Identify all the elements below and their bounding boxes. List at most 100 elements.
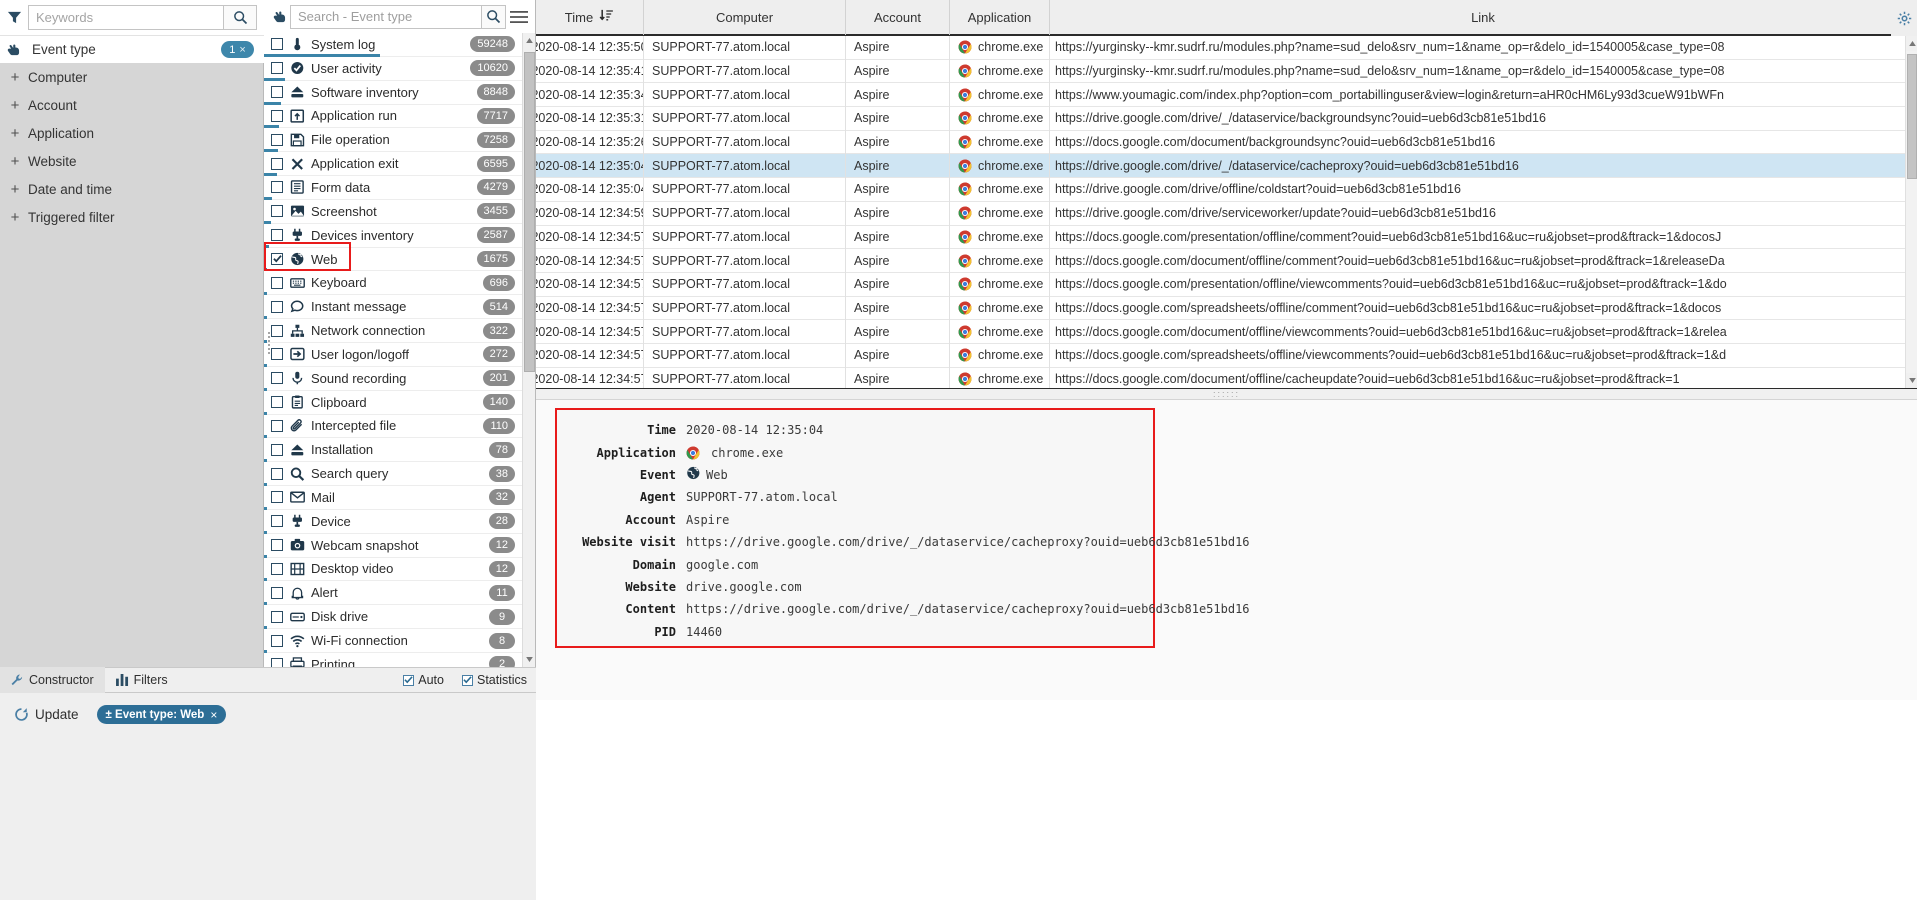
- event-type-checkbox[interactable]: [271, 229, 283, 242]
- expand-plus-icon[interactable]: +: [6, 209, 24, 226]
- event-type-checkbox[interactable]: [271, 205, 283, 218]
- event-type-checkbox[interactable]: [271, 419, 283, 432]
- event-type-checkbox[interactable]: [271, 181, 283, 194]
- table-row[interactable]: 2020-08-14 12:34:57 SUPPORT-77.atom.local…: [536, 319, 1917, 344]
- keywords-input[interactable]: [28, 5, 223, 30]
- table-row[interactable]: 2020-08-14 12:35:31 SUPPORT-77.atom.local…: [536, 106, 1917, 131]
- update-button[interactable]: Update: [8, 704, 85, 725]
- expand-plus-icon[interactable]: +: [6, 97, 24, 114]
- event-type-scroll-thumb[interactable]: [524, 52, 535, 372]
- cell-link[interactable]: https://docs.google.com/document/backgro…: [1050, 130, 1917, 154]
- event-type-checkbox[interactable]: [271, 443, 283, 456]
- event-type-checkbox[interactable]: [271, 62, 283, 75]
- table-row[interactable]: 2020-08-14 12:35:04 SUPPORT-77.atom.local…: [536, 153, 1917, 179]
- cell-link[interactable]: https://docs.google.com/document/offline…: [1050, 249, 1917, 273]
- event-type-checkbox[interactable]: [271, 467, 283, 480]
- table-row[interactable]: 2020-08-14 12:34:57 SUPPORT-77.atom.local…: [536, 296, 1917, 321]
- table-scroll-down-arrow[interactable]: [1906, 373, 1917, 388]
- event-type-row[interactable]: Instant message 514: [264, 295, 522, 320]
- expand-plus-icon[interactable]: +: [6, 153, 24, 170]
- cell-link[interactable]: https://drive.google.com/drive/servicewo…: [1050, 201, 1917, 225]
- auto-refresh-toggle[interactable]: Auto: [394, 673, 453, 687]
- active-filter-chip[interactable]: ± Event type: Web ×: [96, 705, 227, 724]
- cell-link[interactable]: https://drive.google.com/drive/_/dataser…: [1050, 107, 1917, 131]
- event-type-checkbox[interactable]: [271, 562, 283, 575]
- event-type-row[interactable]: Device 28: [264, 510, 522, 534]
- event-type-row[interactable]: Application run 7717: [264, 105, 522, 129]
- cell-link[interactable]: https://docs.google.com/document/offline…: [1050, 320, 1917, 344]
- cell-link[interactable]: https://docs.google.com/document/offline…: [1050, 367, 1917, 388]
- event-type-checkbox[interactable]: [271, 253, 283, 266]
- table-row[interactable]: 2020-08-14 12:35:34 SUPPORT-77.atom.local…: [536, 82, 1917, 108]
- cell-link[interactable]: https://drive.google.com/drive/offline/c…: [1050, 178, 1917, 202]
- horizontal-splitter[interactable]: ::::::: [536, 388, 1917, 400]
- event-type-row[interactable]: File operation 7258: [264, 128, 522, 153]
- event-type-row[interactable]: Desktop video 12: [264, 558, 522, 582]
- column-header-application[interactable]: Application: [950, 0, 1050, 35]
- event-type-checkbox[interactable]: [271, 491, 283, 504]
- table-row[interactable]: 2020-08-14 12:35:41 SUPPORT-77.atom.local…: [536, 59, 1917, 84]
- keywords-search-button[interactable]: [223, 5, 257, 30]
- hamburger-menu-icon[interactable]: [506, 0, 533, 33]
- tab-constructor[interactable]: Constructor: [0, 667, 105, 693]
- event-type-search-input[interactable]: [290, 4, 481, 29]
- event-type-row[interactable]: Devices inventory 2587: [264, 224, 522, 248]
- event-type-row[interactable]: System log 59248: [264, 33, 522, 57]
- event-type-row[interactable]: User activity 10620: [264, 57, 522, 81]
- statistics-toggle[interactable]: Statistics: [453, 673, 536, 687]
- facet-triggered-filter[interactable]: + Triggered filter: [0, 203, 264, 231]
- cell-link[interactable]: https://docs.google.com/spreadsheets/off…: [1050, 296, 1917, 320]
- event-type-checkbox[interactable]: [271, 515, 283, 528]
- facet-computer[interactable]: + Computer: [0, 63, 264, 91]
- expand-plus-icon[interactable]: +: [6, 125, 24, 142]
- facet-clear-icon[interactable]: ×: [239, 44, 245, 56]
- event-type-row[interactable]: Disk drive 9: [264, 605, 522, 630]
- event-type-row[interactable]: Keyboard 696: [264, 271, 522, 296]
- event-type-row[interactable]: User logon/logoff 272: [264, 343, 522, 367]
- event-type-checkbox[interactable]: [271, 276, 283, 289]
- column-header-time[interactable]: Time: [536, 0, 644, 35]
- event-type-checkbox[interactable]: [271, 634, 283, 647]
- event-type-row[interactable]: Installation 78: [264, 438, 522, 463]
- facet-count-badge[interactable]: 1 ×: [221, 41, 254, 58]
- auto-checkbox[interactable]: [403, 674, 415, 686]
- event-type-row[interactable]: Search query 38: [264, 462, 522, 487]
- facet-account[interactable]: + Account: [0, 91, 264, 119]
- column-header-computer[interactable]: Computer: [644, 0, 846, 35]
- cell-link[interactable]: https://yurginsky--kmr.sudrf.ru/modules.…: [1050, 36, 1917, 59]
- event-type-row[interactable]: Webcam snapshot 12: [264, 534, 522, 558]
- table-row[interactable]: 2020-08-14 12:35:50 SUPPORT-77.atom.local…: [536, 36, 1917, 60]
- cell-link[interactable]: https://docs.google.com/spreadsheets/off…: [1050, 343, 1917, 367]
- event-type-row[interactable]: Clipboard 140: [264, 391, 522, 415]
- statistics-checkbox[interactable]: [461, 674, 473, 686]
- event-type-checkbox[interactable]: [271, 658, 283, 667]
- facet-date-and-time[interactable]: + Date and time: [0, 175, 264, 203]
- expand-plus-icon[interactable]: +: [6, 181, 24, 198]
- cell-link[interactable]: https://www.youmagic.com/index.php?optio…: [1050, 83, 1917, 107]
- remove-filter-icon[interactable]: ×: [210, 708, 217, 722]
- tab-filters[interactable]: Filters: [105, 667, 179, 693]
- table-settings-gear-icon[interactable]: [1891, 0, 1917, 36]
- event-type-checkbox[interactable]: [271, 610, 283, 623]
- cell-link[interactable]: https://docs.google.com/presentation/off…: [1050, 272, 1917, 296]
- table-scroll-up-arrow[interactable]: [1906, 36, 1917, 51]
- table-row[interactable]: 2020-08-14 12:34:57 SUPPORT-77.atom.local…: [536, 272, 1917, 297]
- event-type-checkbox[interactable]: [271, 348, 283, 361]
- event-type-row[interactable]: Screenshot 3455: [264, 200, 522, 224]
- event-type-checkbox[interactable]: [271, 396, 283, 409]
- event-type-row[interactable]: Web 1675: [264, 248, 522, 272]
- table-scroll-thumb[interactable]: [1907, 54, 1917, 179]
- event-type-checkbox[interactable]: [271, 586, 283, 599]
- event-type-row[interactable]: Alert 11: [264, 581, 522, 606]
- table-row[interactable]: 2020-08-14 12:34:57 SUPPORT-77.atom.local…: [536, 343, 1917, 368]
- cell-link[interactable]: https://yurginsky--kmr.sudrf.ru/modules.…: [1050, 59, 1917, 83]
- table-row[interactable]: 2020-08-14 12:35:26 SUPPORT-77.atom.local…: [536, 130, 1917, 155]
- cell-link[interactable]: https://docs.google.com/presentation/off…: [1050, 225, 1917, 249]
- event-type-row[interactable]: Form data 4279: [264, 176, 522, 200]
- table-row[interactable]: 2020-08-14 12:34:57 SUPPORT-77.atom.local…: [536, 225, 1917, 250]
- event-type-checkbox[interactable]: [271, 109, 283, 122]
- cell-link[interactable]: https://drive.google.com/drive/_/dataser…: [1050, 154, 1917, 178]
- event-type-row[interactable]: Software inventory 8848: [264, 81, 522, 105]
- event-type-checkbox[interactable]: [271, 86, 283, 99]
- event-type-checkbox[interactable]: [271, 372, 283, 385]
